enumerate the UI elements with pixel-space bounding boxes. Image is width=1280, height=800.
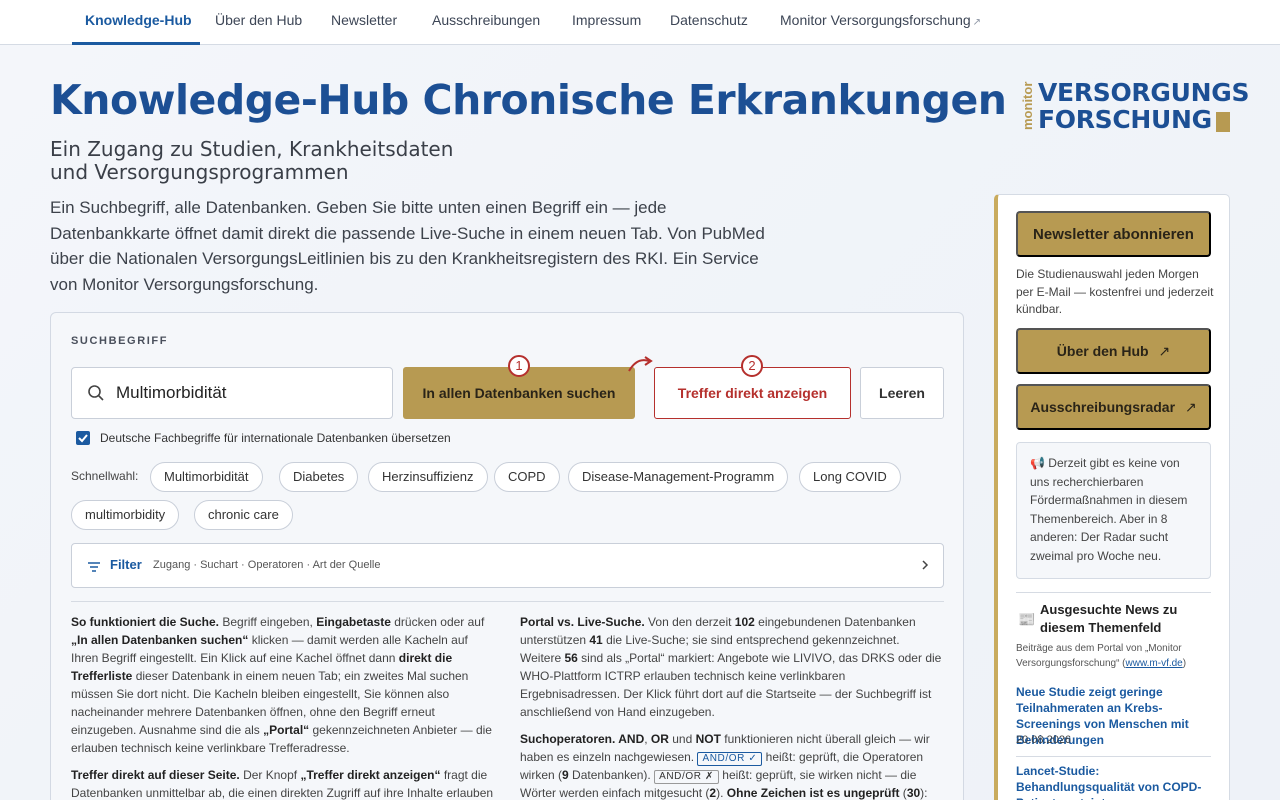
- news-section-title: Ausgesuchte News zu diesem Themenfeld: [1040, 602, 1178, 635]
- filter-summary: Zugang · Suchart · Operatoren · Art der …: [153, 559, 381, 571]
- nav-datenschutz[interactable]: Datenschutz: [670, 0, 748, 45]
- chip-multimorbiditaet[interactable]: Multimorbidität: [150, 462, 263, 492]
- newspaper-icon: 📰: [1018, 611, 1036, 627]
- checkmark-icon: [78, 434, 88, 443]
- help-column-right: Portal vs. Live-Suche. Von den derzeit 1…: [520, 613, 944, 800]
- nav-monitor-versorgungsforschung[interactable]: Monitor Versorgungsforschung ↗: [780, 0, 981, 45]
- newsletter-subscribe-button[interactable]: Newsletter abonnieren: [1016, 211, 1211, 257]
- nav-knowledge-hub[interactable]: Knowledge-Hub: [72, 0, 200, 45]
- step-arrow-icon: [628, 356, 653, 372]
- search-label: SUCHBEGRIFF: [71, 335, 169, 347]
- chip-long-covid[interactable]: Long COVID: [799, 462, 901, 492]
- funding-notice: 📢 Derzeit gibt es keine von uns recherch…: [1016, 442, 1211, 579]
- translate-checkbox[interactable]: [76, 431, 90, 445]
- quick-select-label: Schnellwahl:: [71, 469, 139, 483]
- nav-impressum[interactable]: Impressum: [572, 0, 641, 45]
- external-link-icon: ↗: [972, 17, 982, 28]
- divider: [1016, 756, 1211, 757]
- chevron-right-icon: [921, 559, 929, 574]
- about-hub-label: Über den Hub: [1056, 342, 1149, 359]
- logo-line2: FORSCHUNG: [1038, 105, 1212, 134]
- divider: [1016, 592, 1211, 593]
- mvf-link[interactable]: www.m-vf.de: [1126, 658, 1183, 669]
- logo-line1: VERSORGUNGS: [1038, 78, 1250, 107]
- chip-dmp[interactable]: Disease-Management-Programm: [568, 462, 789, 492]
- page-subtitle: Ein Zugang zu Studien, Krankheitsdaten u…: [50, 137, 454, 184]
- operator-badge-fail: AND/OR ✗: [654, 770, 719, 784]
- logo-small-text: monitor: [1020, 81, 1035, 131]
- help-paragraph-operators: Suchoperatoren. AND, OR und NOT funktion…: [520, 732, 930, 800]
- nav-ausschreibungen[interactable]: Ausschreibungen: [432, 0, 540, 45]
- search-icon: [87, 384, 105, 407]
- monitor-versorgungsforschung-logo[interactable]: monitor VERSORGUNGS FORSCHUNG: [1020, 78, 1249, 136]
- nav-newsletter[interactable]: Newsletter: [331, 0, 397, 45]
- chip-herzinsuffizienz[interactable]: Herzinsuffizienz: [368, 462, 488, 492]
- about-hub-button[interactable]: Über den Hub ↗: [1016, 328, 1211, 374]
- search-panel: SUCHBEGRIFF In allen Datenbanken suchen …: [50, 312, 964, 800]
- intro-text: Ein Suchbegriff, alle Datenbanken. Geben…: [50, 198, 765, 294]
- tender-radar-button[interactable]: Ausschreibungsradar ↗: [1016, 384, 1211, 430]
- search-input[interactable]: [116, 378, 386, 408]
- step-badge-1: 1: [508, 355, 530, 377]
- chip-multimorbidity[interactable]: multimorbidity: [71, 500, 180, 530]
- help-paragraph-portal: Portal vs. Live-Suche. Von den derzeit 1…: [520, 615, 942, 719]
- search-box[interactable]: [71, 367, 393, 419]
- step-badge-2: 2: [741, 355, 763, 377]
- news-section-description: Beiträge aus dem Portal von „Monitor Ver…: [1016, 643, 1187, 669]
- clear-button[interactable]: Leeren: [860, 367, 944, 419]
- help-paragraph-search: So funktioniert die Suche. Begriff einge…: [71, 615, 492, 755]
- page-title: Knowledge-Hub Chronische Erkrankungen: [50, 76, 1007, 124]
- operator-badge-ok: AND/OR ✓: [697, 752, 763, 766]
- divider: [71, 601, 944, 602]
- top-navigation: Knowledge-Hub Über den Hub Newsletter Au…: [0, 0, 1280, 45]
- chip-chronic-care[interactable]: chronic care: [194, 500, 293, 530]
- funding-notice-text: Derzeit gibt es keine von uns recherchie…: [1030, 456, 1188, 563]
- news-item-link[interactable]: Lancet-Studie: Behandlungsqualität von C…: [1016, 763, 1211, 800]
- sidebar: Newsletter abonnieren Die Studienauswahl…: [994, 194, 1230, 800]
- chip-diabetes[interactable]: Diabetes: [279, 462, 359, 492]
- news-item-date: 20.08.2026: [1016, 734, 1072, 746]
- chip-copd[interactable]: COPD: [494, 462, 560, 492]
- help-paragraph-direct: Treffer direkt auf dieser Seite. Der Kno…: [71, 768, 494, 800]
- tender-radar-label: Ausschreibungsradar: [1030, 398, 1176, 415]
- filter-icon: [87, 560, 101, 578]
- help-column-left: So funktioniert die Suche. Begriff einge…: [71, 613, 497, 800]
- filter-title: Filter: [110, 557, 142, 572]
- megaphone-icon: 📢: [1030, 456, 1045, 470]
- translate-checkbox-label[interactable]: Deutsche Fachbegriffe für internationale…: [100, 431, 451, 445]
- nav-ueber-den-hub[interactable]: Über den Hub: [215, 0, 302, 45]
- logo-square: [1216, 112, 1230, 132]
- nav-monitor-label: Monitor Versorgungsforschung: [780, 12, 971, 28]
- external-link-icon: ↗: [1184, 398, 1197, 415]
- filter-toggle[interactable]: Filter Zugang · Suchart · Operatoren · A…: [71, 543, 944, 588]
- external-link-icon: ↗: [1158, 342, 1171, 359]
- newsletter-note: Die Studienauswahl jeden Morgen per E-Ma…: [1016, 267, 1214, 316]
